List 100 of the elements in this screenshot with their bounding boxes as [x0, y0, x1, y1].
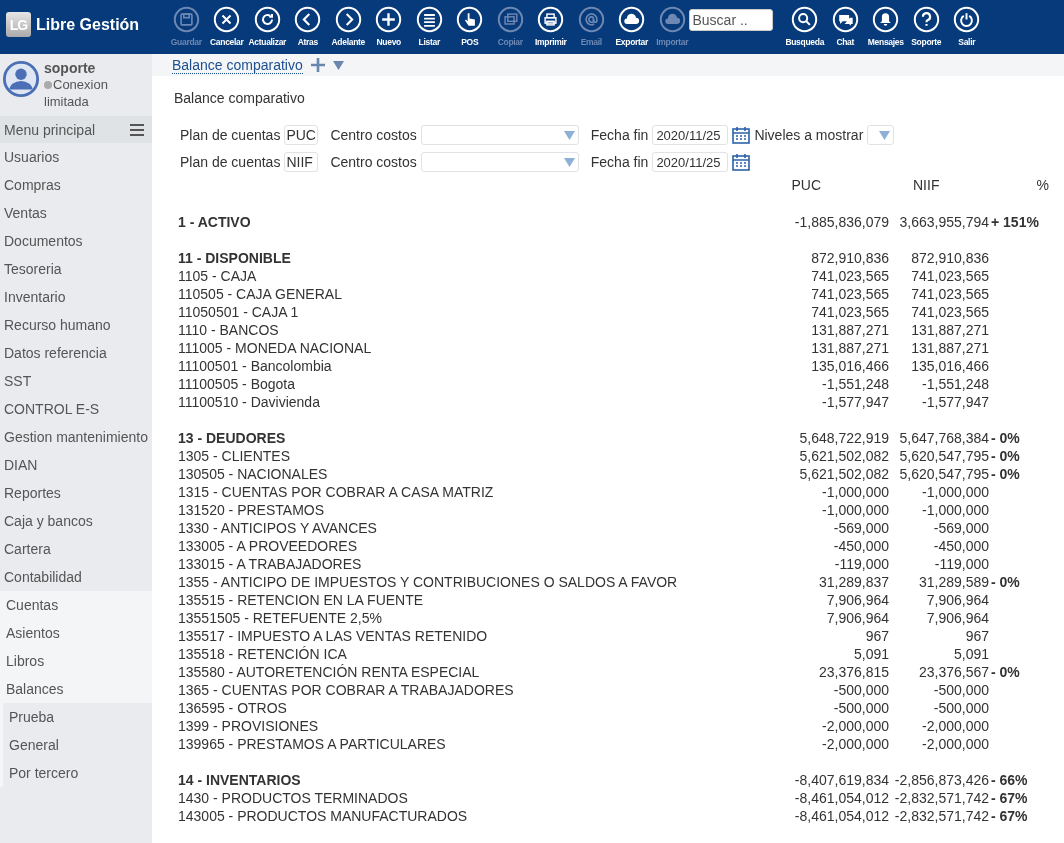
toolbar-button[interactable]: Soporte	[906, 6, 947, 47]
menu-item[interactable]: SST	[0, 367, 152, 395]
puc-cell-text: -500,000	[832, 699, 889, 717]
percent-cell-text: - 67%	[990, 807, 1029, 825]
toolbar-button[interactable]: Atras	[287, 6, 328, 47]
account-cell-text: 14 - INVENTARIOS	[178, 771, 302, 789]
user-name: soporte	[44, 60, 97, 76]
niif-cell-text: 135,016,466	[910, 357, 989, 375]
account-cell-text: 135517 - IMPUESTO A LAS VENTAS RETENIDO	[178, 627, 489, 645]
dropdown-caret-icon[interactable]	[332, 60, 344, 70]
toolbar-button[interactable]: Exportar	[611, 6, 652, 47]
puc-cell-text: 23,376,815	[817, 663, 889, 681]
toolbar-button[interactable]: POS	[449, 6, 490, 47]
menu-item[interactable]: Compras	[0, 171, 152, 199]
puc-cell-text: -2,000,000	[821, 717, 889, 735]
menu-item[interactable]: Cartera	[0, 535, 152, 563]
caret-icon	[879, 130, 891, 140]
menu-item[interactable]: Libros	[0, 647, 152, 675]
calendar-icon[interactable]	[732, 126, 751, 144]
toolbar-button[interactable]: Mensajes	[865, 6, 906, 47]
floppy-disk-icon	[172, 6, 200, 33]
account-cell-text: 143005 - PRODUCTOS MANUFACTURADOS	[178, 807, 469, 825]
menu-item[interactable]: Reportes	[0, 479, 152, 507]
puc-cell-text: -8,461,054,012	[793, 807, 889, 825]
puc-cell-text: 741,023,565	[810, 303, 889, 321]
menu-item[interactable]: Documentos	[0, 227, 152, 255]
date-field[interactable]: 2020/11/25	[652, 125, 729, 145]
account-cell-text: 1110 - BANCOS	[178, 321, 280, 339]
percent-cell-text: - 0%	[990, 465, 1021, 483]
menu-item[interactable]: General	[3, 731, 152, 759]
niif-cell-text: -500,000	[932, 699, 989, 717]
menu-item[interactable]: Asientos	[0, 619, 152, 647]
puc-cell-text: 7,906,964	[825, 591, 889, 609]
niif-cell-text: -1,551,248	[921, 375, 989, 393]
puc-cell-text: 967	[864, 627, 889, 645]
menu-item[interactable]: Por tercero	[3, 759, 152, 787]
toolbar-button[interactable]: Imprimir	[530, 6, 571, 47]
pointing-hand-icon	[456, 6, 484, 33]
toolbar-button[interactable]: Busqueda	[784, 6, 825, 47]
menu-item[interactable]: CONTROL E-S	[0, 395, 152, 423]
toolbar-button[interactable]: Adelante	[328, 6, 369, 47]
account-cell-text: 139965 - PRESTAMOS A PARTICULARES	[178, 735, 447, 753]
date-field[interactable]: 2020/11/25	[652, 152, 729, 172]
niif-cell-text: 3,663,955,794	[898, 213, 989, 231]
menu-item[interactable]: Inventario	[0, 283, 152, 311]
niif-cell-text: -2,832,571,742	[893, 807, 989, 825]
puc-cell-text: -119,000	[833, 555, 889, 573]
account-cell-text: 1330 - ANTICIPOS Y AVANCES	[178, 519, 378, 537]
menu-item[interactable]: Balances	[0, 675, 152, 703]
menu-item[interactable]: Cuentas	[0, 591, 152, 619]
plan-select[interactable]: NIIF	[284, 152, 319, 172]
menu-item[interactable]: Tesoreria	[0, 255, 152, 283]
account-cell-text: 110505 - CAJA GENERAL	[178, 285, 343, 303]
menu-item[interactable]: Caja y bancos	[0, 507, 152, 535]
puc-cell-text: 135,016,466	[810, 357, 889, 375]
niif-cell-text: 131,887,271	[910, 321, 989, 339]
toolbar-button[interactable]: Actualizar	[247, 6, 288, 47]
field-label: Centro costos	[330, 154, 417, 170]
account-cell-text: 133005 - A PROVEEDORES	[178, 537, 358, 555]
account-cell-text: 1430 - PRODUCTOS TERMINADOS	[178, 789, 409, 807]
menu-icon[interactable]	[130, 123, 144, 136]
menu-item[interactable]: Datos referencia	[0, 339, 152, 367]
menu-item[interactable]: Prueba	[3, 703, 152, 731]
puc-cell-text: 31,289,837	[817, 573, 889, 591]
toolbar-button[interactable]: Nuevo	[368, 6, 409, 47]
plus-icon	[375, 6, 403, 33]
menu-item[interactable]: Contabilidad	[0, 563, 152, 591]
puc-cell-text: -1,577,947	[821, 393, 889, 411]
toolbar-button[interactable]: Listar	[409, 6, 450, 47]
menu-item[interactable]: DIAN	[0, 451, 152, 479]
account-cell-text: 11050501 - CAJA 1	[178, 303, 300, 321]
niif-cell-text: 5,620,547,795	[898, 447, 989, 465]
account-cell-text: 135515 - RETENCION EN LA FUENTE	[178, 591, 425, 609]
menu-item[interactable]: Ventas	[0, 199, 152, 227]
menu-item[interactable]: Recurso humano	[0, 311, 152, 339]
puc-cell-text: -569,000	[832, 519, 889, 537]
tab[interactable]: Balance comparativo	[172, 56, 303, 74]
account-cell-text: 1305 - CLIENTES	[178, 447, 292, 465]
percent-cell-text: - 0%	[990, 429, 1021, 447]
search-field[interactable]: Buscar ..	[688, 9, 773, 31]
menu-item[interactable]: Gestion mantenimiento	[0, 423, 152, 451]
levels-select[interactable]	[867, 125, 895, 145]
calendar-icon[interactable]	[732, 153, 751, 171]
toolbar-button[interactable]: Cancelar	[206, 6, 247, 47]
account-cell-text: 130505 - NACIONALES	[178, 465, 329, 483]
niif-cell-text: 5,620,547,795	[898, 465, 989, 483]
niif-cell-text: 5,091	[952, 645, 989, 663]
plan-select[interactable]: PUC	[284, 125, 319, 145]
puc-cell-text: -1,551,248	[821, 375, 889, 393]
menu-title: Menu principal	[4, 121, 96, 138]
field-label: Plan de cuentas	[180, 154, 281, 170]
toolbar-button[interactable]: Salir	[946, 6, 987, 47]
menu-item[interactable]: Usuarios	[0, 143, 152, 171]
add-tab-icon[interactable]	[310, 58, 325, 72]
toolbar-button[interactable]: Chat	[825, 6, 866, 47]
niif-cell-text: -1,000,000	[921, 483, 989, 501]
caret-icon	[563, 157, 575, 167]
niif-cell-text: 741,023,565	[910, 285, 989, 303]
niif-cell-text: -2,856,873,426	[893, 771, 989, 789]
field-label: Fecha fin	[590, 154, 649, 170]
